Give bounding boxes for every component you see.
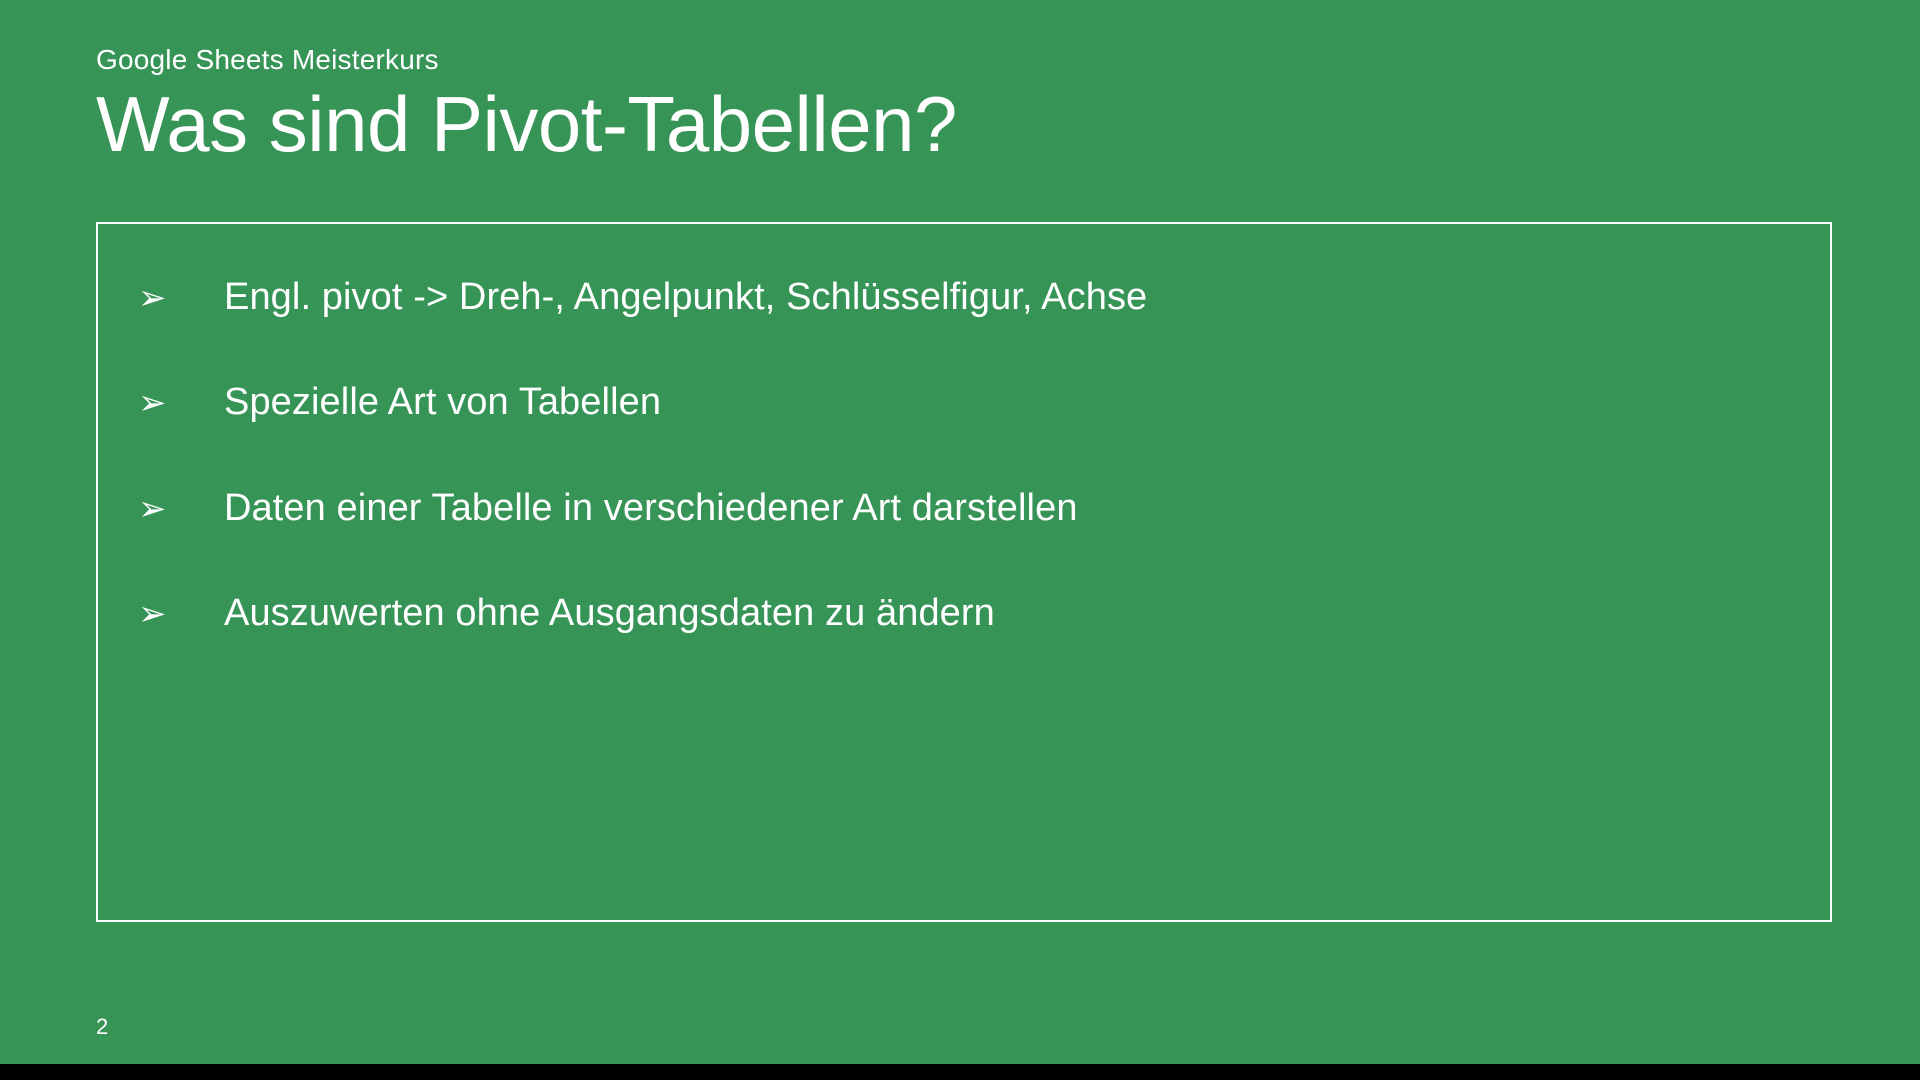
bottom-bar bbox=[0, 1064, 1920, 1080]
page-number: 2 bbox=[96, 1014, 108, 1040]
bullet-text: Engl. pivot -> Dreh-, Angelpunkt, Schlüs… bbox=[224, 274, 1147, 322]
bullet-list: ➢ Engl. pivot -> Dreh-, Angelpunkt, Schl… bbox=[138, 274, 1790, 638]
bullet-text: Daten einer Tabelle in verschiedener Art… bbox=[224, 485, 1078, 533]
chevron-right-icon: ➢ bbox=[138, 274, 224, 319]
chevron-right-icon: ➢ bbox=[138, 485, 224, 530]
content-box: ➢ Engl. pivot -> Dreh-, Angelpunkt, Schl… bbox=[96, 222, 1832, 922]
slide: Google Sheets Meisterkurs Was sind Pivot… bbox=[0, 0, 1920, 1064]
list-item: ➢ Daten einer Tabelle in verschiedener A… bbox=[138, 485, 1790, 533]
slide-title: Was sind Pivot-Tabellen? bbox=[96, 84, 1824, 166]
bullet-text: Auszuwerten ohne Ausgangsdaten zu ändern bbox=[224, 590, 995, 638]
list-item: ➢ Auszuwerten ohne Ausgangsdaten zu ände… bbox=[138, 590, 1790, 638]
kicker-text: Google Sheets Meisterkurs bbox=[96, 44, 1824, 76]
chevron-right-icon: ➢ bbox=[138, 379, 224, 424]
list-item: ➢ Engl. pivot -> Dreh-, Angelpunkt, Schl… bbox=[138, 274, 1790, 322]
chevron-right-icon: ➢ bbox=[138, 590, 224, 635]
bullet-text: Spezielle Art von Tabellen bbox=[224, 379, 661, 427]
list-item: ➢ Spezielle Art von Tabellen bbox=[138, 379, 1790, 427]
